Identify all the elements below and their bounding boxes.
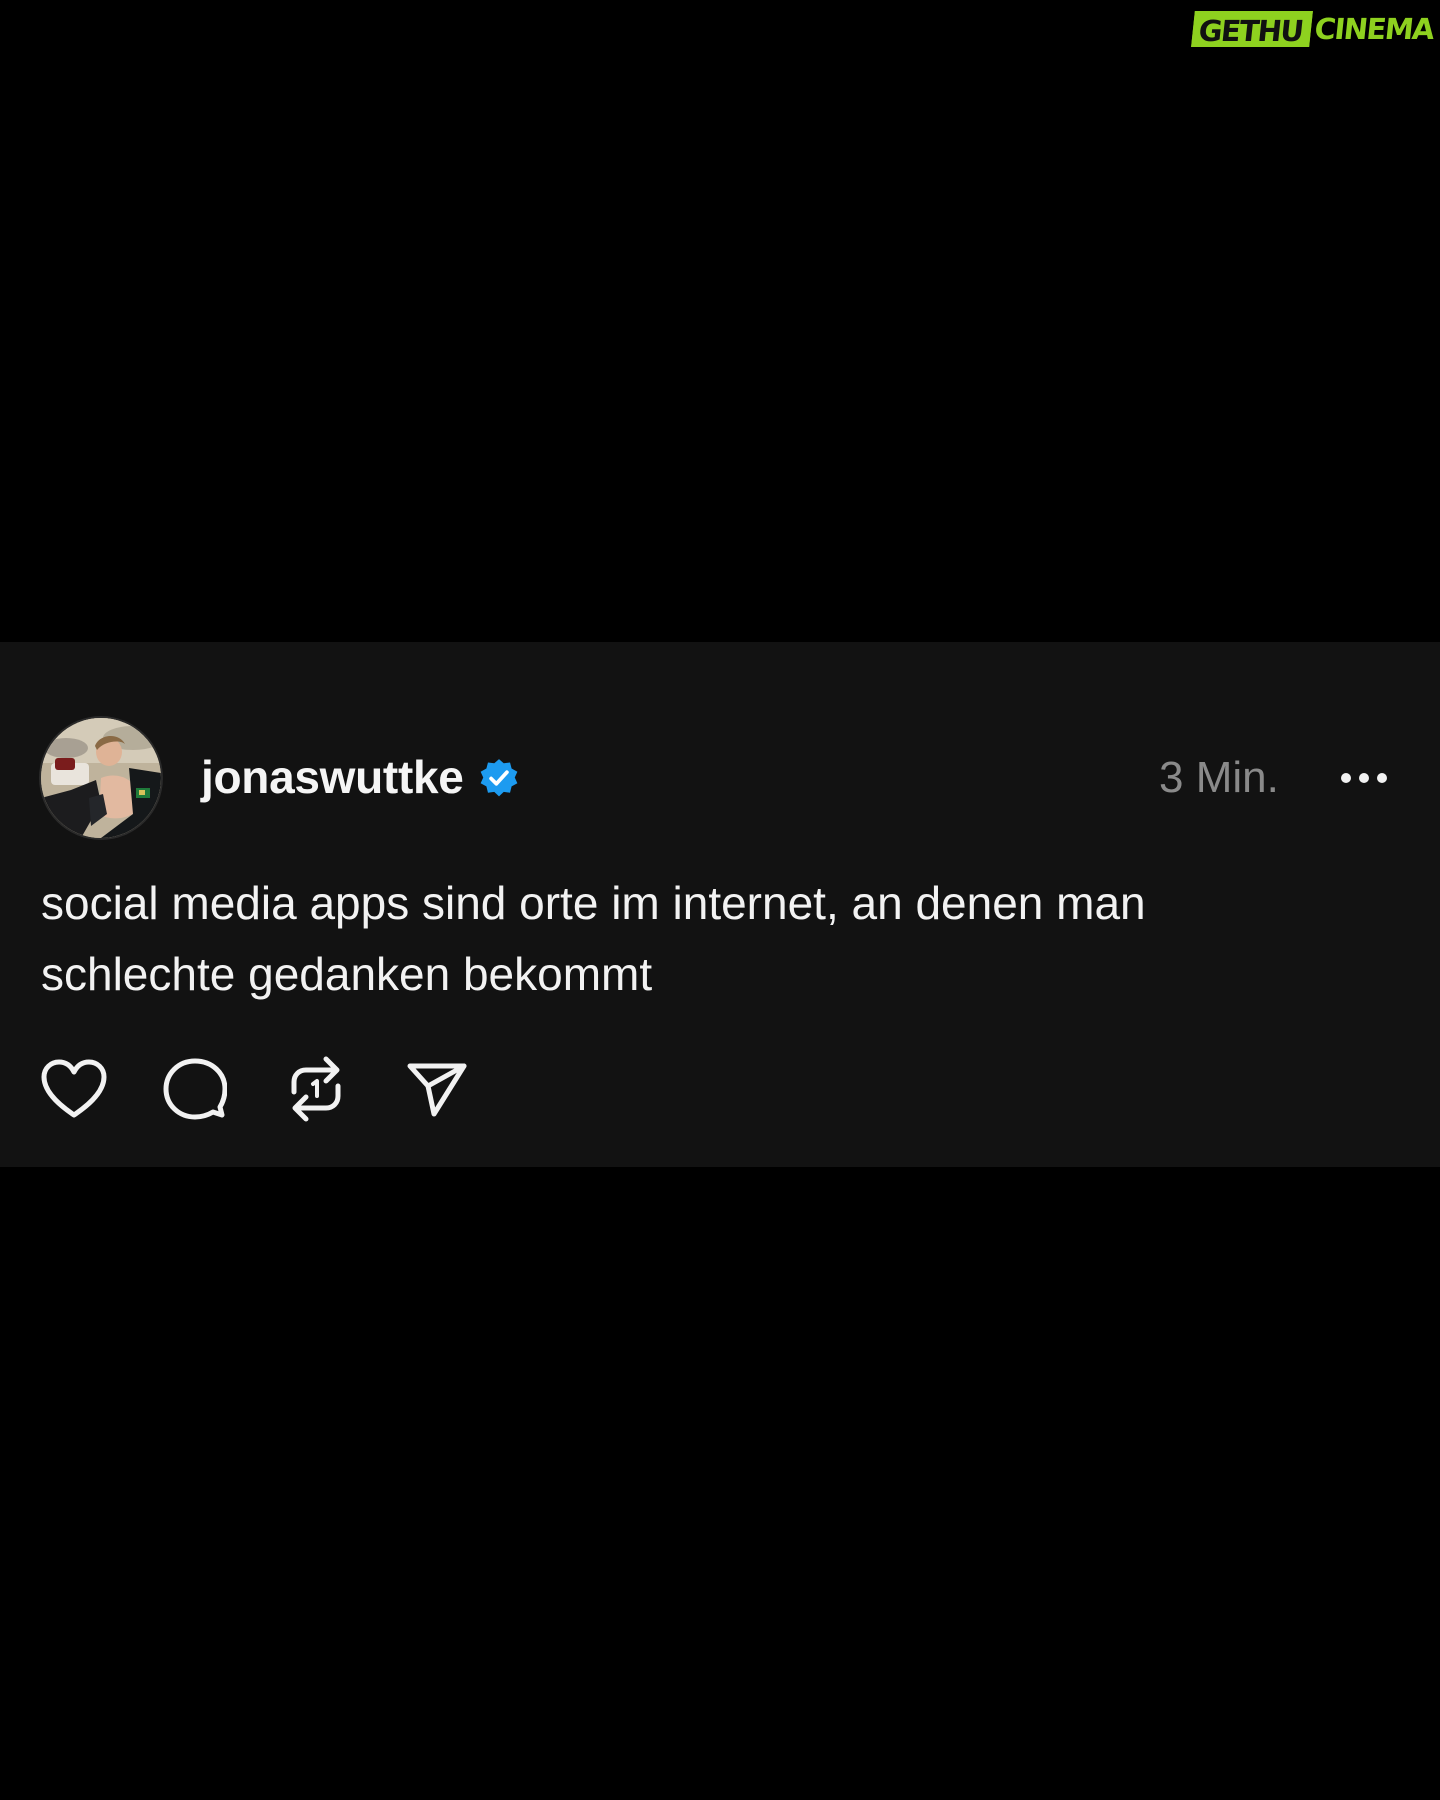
repost-button[interactable] — [280, 1053, 352, 1125]
post-card: jonaswuttke 3 Min. social media apps sin… — [0, 642, 1440, 1167]
avatar-photo — [41, 718, 161, 838]
comment-icon — [163, 1058, 227, 1120]
avatar[interactable] — [41, 718, 161, 838]
watermark-part-1: GETHU — [1190, 11, 1313, 48]
like-button[interactable] — [38, 1053, 110, 1125]
watermark-logo: GETHU CINEMA — [1190, 11, 1437, 48]
repost-icon — [291, 1056, 341, 1122]
post-text: social media apps sind orte im internet,… — [41, 877, 1146, 1000]
post-header: jonaswuttke 3 Min. — [0, 642, 1440, 838]
post-timestamp: 3 Min. — [1159, 753, 1279, 802]
more-options-button[interactable] — [1336, 758, 1392, 798]
username-row: jonaswuttke — [201, 747, 520, 807]
watermark-part-2: CINEMA — [1312, 12, 1435, 46]
send-icon — [407, 1063, 467, 1117]
comment-button[interactable] — [159, 1053, 231, 1125]
post-actions — [38, 1054, 522, 1124]
verified-badge-icon — [478, 757, 520, 799]
heart-icon — [41, 1059, 107, 1118]
username[interactable]: jonaswuttke — [201, 750, 464, 804]
share-button[interactable] — [401, 1053, 473, 1125]
more-options-icon — [1341, 773, 1387, 783]
